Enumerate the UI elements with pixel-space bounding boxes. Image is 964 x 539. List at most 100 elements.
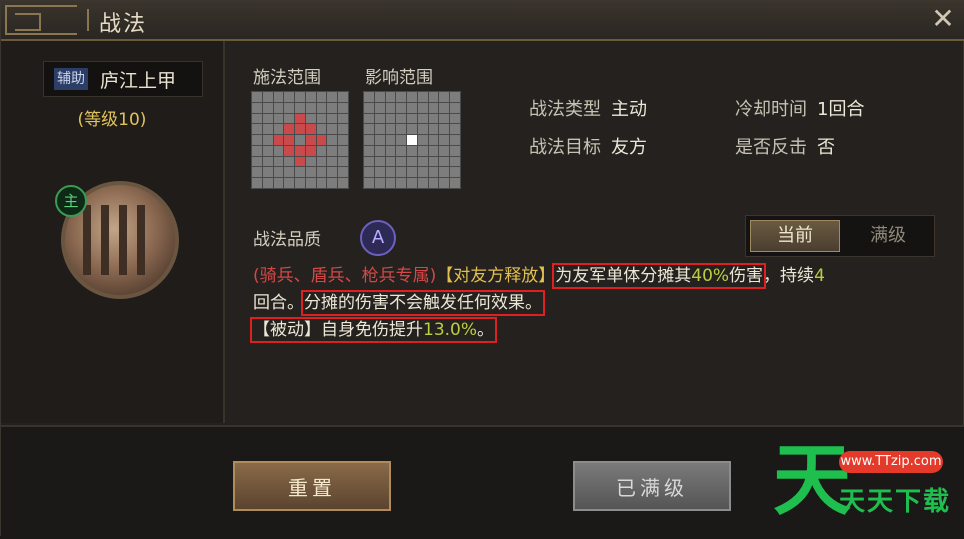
range-cell — [273, 167, 284, 178]
general-level: (等级10) — [77, 110, 147, 130]
level-toggle: 当前 满级 — [745, 215, 935, 257]
range-cell — [396, 102, 407, 113]
highlight-passive: 【被动】自身免伤提升13.0%。 — [249, 317, 498, 343]
range-cell — [374, 167, 385, 178]
close-icon[interactable]: ✕ — [927, 3, 959, 35]
tab-max-level[interactable]: 满级 — [844, 220, 932, 252]
cast-target-tag: 【对友方释放】 — [436, 266, 556, 286]
range-cell — [364, 102, 374, 113]
range-cell — [327, 124, 338, 135]
range-cell — [450, 102, 460, 113]
range-cell — [273, 135, 284, 145]
range-cell — [262, 113, 273, 124]
range-cell — [428, 178, 439, 188]
range-cell — [316, 178, 327, 188]
range-cell — [284, 135, 295, 145]
range-cell — [327, 135, 338, 145]
range-cell — [262, 135, 273, 145]
reset-button[interactable]: 重置 — [233, 461, 391, 511]
range-cell — [385, 167, 396, 178]
range-cell — [284, 178, 295, 188]
skill-target-key: 战法目标 — [529, 137, 601, 158]
range-cell — [374, 92, 385, 102]
range-cell — [450, 124, 460, 135]
range-cell — [305, 113, 316, 124]
range-cell — [407, 113, 417, 124]
range-cell — [396, 92, 407, 102]
skill-target-row: 战法目标 友方 — [529, 133, 647, 159]
range-cell — [407, 102, 417, 113]
range-cell — [428, 167, 439, 178]
range-cell — [407, 124, 417, 135]
skill-type-key: 战法类型 — [529, 99, 601, 120]
range-cell — [305, 145, 316, 156]
range-cell — [439, 92, 450, 102]
range-cell — [374, 135, 385, 145]
range-cell — [407, 156, 417, 167]
range-cell — [417, 113, 428, 124]
range-cell — [284, 124, 295, 135]
range-cell — [428, 92, 439, 102]
range-cell — [262, 178, 273, 188]
range-cell — [396, 167, 407, 178]
skill-dialog: 战法 ✕ 辅助 庐江上甲 (等级10) 主 施法范围 影响范围 战法类型 主动 冷… — [0, 0, 964, 539]
range-cell — [252, 178, 262, 188]
range-cell — [305, 167, 316, 178]
range-cell — [327, 102, 338, 113]
range-cell — [252, 167, 262, 178]
range-cell — [385, 156, 396, 167]
range-cell — [316, 135, 327, 145]
range-cell — [252, 113, 262, 124]
range-cell — [439, 124, 450, 135]
range-cell — [284, 113, 295, 124]
cooldown-row: 冷却时间 1回合 — [735, 95, 864, 121]
range-cell — [450, 178, 460, 188]
range-cell — [316, 167, 327, 178]
range-cell — [450, 156, 460, 167]
skill-description: (骑兵、盾兵、枪兵专属)【对友方释放】为友军单体分摊其40%伤害，持续4 回合。分… — [249, 263, 943, 344]
range-cell — [364, 124, 374, 135]
range-cell — [385, 102, 396, 113]
range-cell — [252, 156, 262, 167]
range-cell — [316, 124, 327, 135]
range-cell — [364, 92, 374, 102]
dialog-title: 战法 — [99, 12, 148, 37]
range-cell — [396, 156, 407, 167]
range-cell — [417, 135, 428, 145]
range-cell — [374, 124, 385, 135]
maxed-button[interactable]: 已满级 — [573, 461, 731, 511]
desc-text: 回合。 — [253, 293, 304, 313]
watermark-url: www.TTzip.com — [839, 451, 943, 473]
range-cell — [450, 92, 460, 102]
range-cell — [305, 92, 316, 102]
range-cell — [273, 178, 284, 188]
range-cell — [396, 178, 407, 188]
passive-percent: 13.0% — [423, 320, 478, 340]
range-cell — [374, 178, 385, 188]
range-cell — [295, 102, 305, 113]
range-cell — [295, 124, 305, 135]
range-cell — [327, 156, 338, 167]
range-cell — [417, 92, 428, 102]
range-cell — [273, 156, 284, 167]
range-cell — [364, 145, 374, 156]
range-cell — [305, 156, 316, 167]
cast-range-grid — [251, 91, 349, 189]
range-cell — [417, 156, 428, 167]
range-cell — [385, 124, 396, 135]
range-cell — [428, 124, 439, 135]
range-cell — [407, 145, 417, 156]
tab-current[interactable]: 当前 — [750, 220, 840, 252]
range-cell — [374, 102, 385, 113]
range-cell — [295, 92, 305, 102]
range-cell — [252, 145, 262, 156]
range-cell — [439, 113, 450, 124]
range-cell — [407, 167, 417, 178]
watermark-name: 天天下载 — [839, 487, 952, 517]
range-cell — [338, 124, 348, 135]
range-cell — [262, 145, 273, 156]
range-cell — [295, 178, 305, 188]
range-cell — [385, 178, 396, 188]
range-cell — [439, 145, 450, 156]
effect-range-label: 影响范围 — [365, 68, 433, 88]
